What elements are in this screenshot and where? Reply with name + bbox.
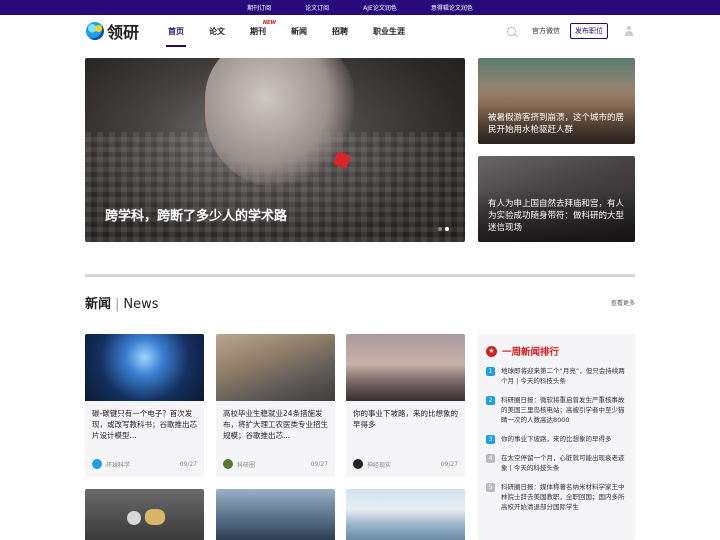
rank-number: 1 [486, 367, 495, 376]
hero-title[interactable]: 跨学科，跨断了多少人的学术路 [105, 205, 287, 224]
logo-globe-icon [86, 22, 104, 40]
news-card-meta: 环球科学 09/27 [92, 459, 197, 469]
news-card-meta: 科研圈 09/27 [223, 459, 328, 469]
rank-text[interactable]: 科研圈日报：媒体称著名纳米材料学家王中林院士辞去美国教职，全职回国；国内多所高校… [501, 482, 627, 512]
search-icon[interactable] [507, 26, 516, 36]
rank-text[interactable]: 你的事业下坡路，来的比想象的早得多 [501, 434, 612, 444]
news-card-image [346, 334, 465, 401]
news-title-en: News [123, 297, 159, 312]
new-badge: NEW [262, 20, 276, 26]
news-card-source: 环球科学 [106, 461, 131, 469]
topbar-link-aje[interactable]: AJE论文润色 [363, 3, 397, 12]
source-logo-icon [92, 459, 102, 469]
side-feature-card[interactable]: 被暑假游客挤到崩溃，这个城市的居民开始用水枪驱赶人群 [478, 58, 635, 144]
news-card[interactable]: 你的事业下坡路，来的比想象的早得多 神经现实 09/27 [346, 334, 465, 477]
rank-text[interactable]: 地球即将迎来第二个“月亮”，但只会持续两个月 | 今天的科技头条 [501, 366, 627, 386]
rank-number: 2 [486, 396, 495, 405]
wechat-link[interactable]: 官方微信 [532, 26, 560, 36]
ranking-item[interactable]: 4 在太空停留一个月，心脏就可能出现衰老迹象 | 今天的科技头条 [486, 453, 627, 473]
main-nav: 首页 论文 期刊 NEW 新闻 招聘 职业生涯 [166, 15, 430, 47]
hero-carousel[interactable]: 跨学科，跨断了多少人的学术路 [85, 58, 465, 242]
ranking-item[interactable]: 1 地球即将迎来第二个“月亮”，但只会持续两个月 | 今天的科技头条 [486, 366, 627, 386]
ranking-item[interactable]: 5 科研圈日报：媒体称著名纳米材料学家王中林院士辞去美国教职，全职回国；国内多所… [486, 482, 627, 512]
news-card-date: 09/27 [310, 460, 328, 468]
news-card-title[interactable]: 碳-碳键只有一个电子？首次发现，或改写教科书；谷歌推出芯片设计模型... [85, 401, 204, 451]
news-card[interactable]: 碳-碳键只有一个电子？首次发现，或改写教科书；谷歌推出芯片设计模型... 环球科… [85, 334, 204, 477]
topbar-link-journal-sub[interactable]: 期刊订阅 [247, 3, 271, 12]
rank-number: 4 [486, 454, 495, 463]
site-logo[interactable]: 领研 [86, 19, 168, 43]
nav-news[interactable]: 新闻 [291, 15, 307, 47]
topbar-link-editage[interactable]: 意得辑论文润色 [431, 3, 473, 12]
nav-home[interactable]: 首页 [166, 15, 186, 47]
news-card-date: 09/27 [179, 460, 197, 468]
header-actions: 官方微信 发布职位 [507, 15, 634, 47]
nav-jobs[interactable]: 招聘 [332, 15, 348, 47]
source-logo-icon [223, 459, 233, 469]
nav-journals-label: 期刊 [250, 26, 266, 36]
section-divider [85, 274, 635, 277]
nav-papers[interactable]: 论文 [209, 15, 225, 47]
ranking-title: 一周新闻排行 [502, 347, 560, 358]
star-icon: ★ [486, 345, 497, 357]
side-feature-title[interactable]: 被暑假游客挤到崩溃，这个城市的居民开始用水枪驱赶人群 [488, 112, 625, 136]
side-feature-card[interactable]: 有人为申上国自然去拜庙和宫，有人为实验成功随身带符：做科研的大型迷信现场 [478, 156, 635, 242]
news-card[interactable]: 高校毕业生稳就业24条措施发布，将扩大理工农医类专业招生规模；谷歌推出芯... … [216, 334, 335, 477]
news-card-meta: 神经现实 09/27 [353, 459, 458, 469]
logo-text: 领研 [107, 23, 140, 42]
source-logo-icon [353, 459, 363, 469]
title-separator: | [115, 297, 120, 312]
weekly-news-ranking: ★ 一周新闻排行 1 地球即将迎来第二个“月亮”，但只会持续两个月 | 今天的科… [478, 334, 635, 540]
topbar-link-paper-sub[interactable]: 论文订阅 [305, 3, 329, 12]
image-detail [127, 511, 141, 525]
news-card-date: 09/27 [440, 460, 458, 468]
site-header: 领研 首页 论文 期刊 NEW 新闻 招聘 职业生涯 官方微信 发布职位 [0, 15, 720, 47]
news-title-cn: 新闻 [85, 297, 112, 312]
carousel-dots [438, 227, 449, 231]
rank-number: 5 [486, 483, 495, 492]
news-card-image [216, 334, 335, 401]
rank-text[interactable]: 在太空停留一个月，心脏就可能出现衰老迹象 | 今天的科技头条 [501, 453, 627, 473]
nav-journals[interactable]: 期刊 NEW [250, 15, 276, 47]
news-card-image[interactable] [216, 489, 335, 540]
user-icon[interactable] [624, 26, 634, 36]
rank-number: 3 [486, 435, 495, 444]
ranking-item[interactable]: 3 你的事业下坡路，来的比想象的早得多 [486, 434, 627, 444]
ranking-header: ★ 一周新闻排行 [486, 344, 627, 358]
news-card-source: 科研圈 [237, 461, 256, 469]
post-job-button[interactable]: 发布职位 [570, 23, 608, 39]
news-card-image[interactable] [85, 489, 204, 540]
news-card-source: 神经现实 [367, 461, 392, 469]
side-feature-title[interactable]: 有人为申上国自然去拜庙和宫，有人为实验成功随身带符：做科研的大型迷信现场 [488, 198, 625, 234]
news-card-image[interactable] [346, 489, 465, 540]
image-detail [145, 509, 165, 525]
rank-text[interactable]: 科研圈日报：微软将重启曾发生严重核事故的美国三里岛核电站；高被引学者中至少猫睛一… [501, 395, 627, 425]
nav-career[interactable]: 职业生涯 [373, 15, 405, 47]
ranking-item[interactable]: 2 科研圈日报：微软将重启曾发生严重核事故的美国三里岛核电站；高被引学者中至少猫… [486, 395, 627, 425]
news-card-image [85, 334, 204, 401]
carousel-dot-active[interactable] [445, 227, 449, 231]
news-more-link[interactable]: 查看更多 [611, 298, 635, 307]
news-section-title: 新闻 | News [85, 293, 159, 312]
carousel-dot[interactable] [438, 227, 442, 231]
top-links-bar: 期刊订阅 论文订阅 AJE论文润色 意得辑论文润色 [0, 0, 720, 15]
news-card-title[interactable]: 高校毕业生稳就业24条措施发布，将扩大理工农医类专业招生规模；谷歌推出芯... [216, 401, 335, 451]
news-card-title[interactable]: 你的事业下坡路，来的比想象的早得多 [346, 401, 465, 451]
